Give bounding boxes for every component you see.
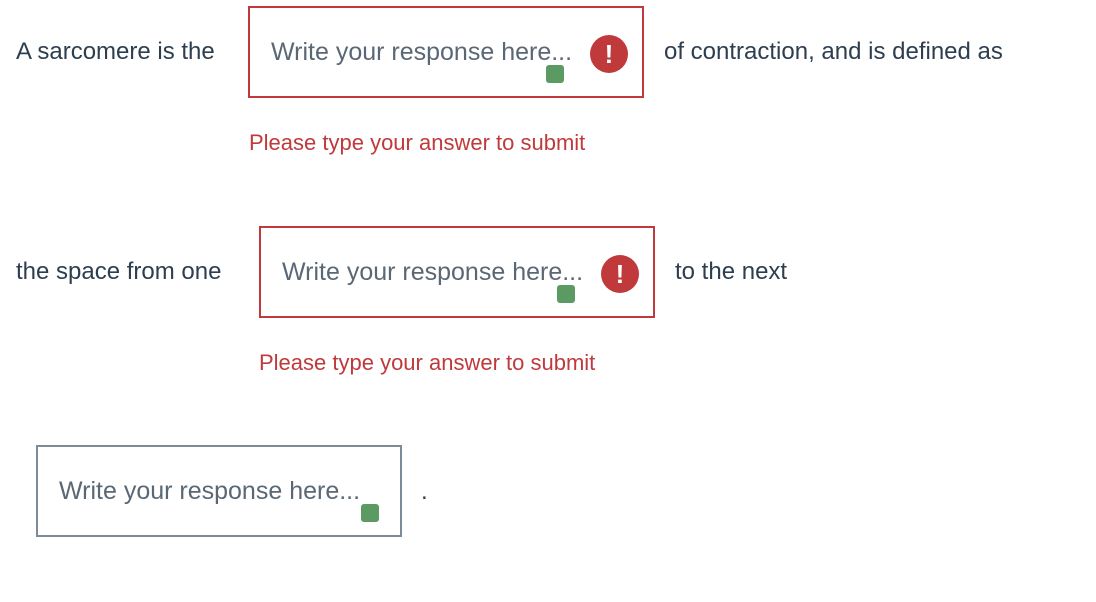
response-placeholder-2: Write your response here... bbox=[282, 258, 584, 286]
resize-handle-icon-3[interactable] bbox=[361, 504, 379, 522]
sentence-period: . bbox=[421, 478, 428, 505]
alert-icon-2: ! bbox=[601, 255, 639, 293]
resize-handle-icon-2[interactable] bbox=[557, 285, 575, 303]
sentence-text-2: of contraction, and is defined as bbox=[664, 38, 1003, 65]
sentence-text-4: to the next bbox=[675, 258, 788, 285]
error-message-2: Please type your answer to submit bbox=[259, 350, 596, 375]
sentence-text-3: the space from one bbox=[16, 258, 222, 285]
error-message-1: Please type your answer to submit bbox=[249, 130, 586, 155]
response-input-1[interactable]: Write your response here... ! bbox=[248, 6, 644, 98]
response-input-2[interactable]: Write your response here... ! bbox=[259, 226, 655, 318]
response-placeholder-1: Write your response here... bbox=[271, 38, 573, 66]
response-input-3[interactable]: Write your response here... bbox=[36, 445, 402, 537]
sentence-text-1: A sarcomere is the bbox=[16, 38, 215, 65]
resize-handle-icon-1[interactable] bbox=[546, 65, 564, 83]
response-placeholder-3: Write your response here... bbox=[59, 477, 361, 505]
alert-icon-1: ! bbox=[590, 35, 628, 73]
